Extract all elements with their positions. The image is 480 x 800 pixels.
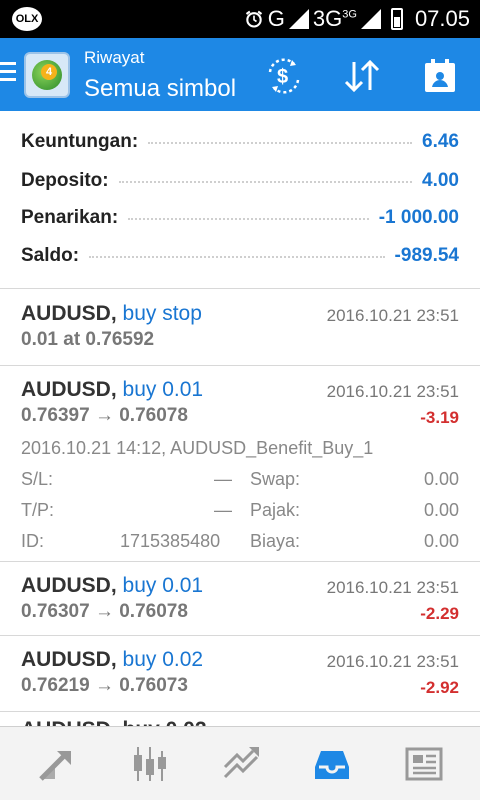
summary-value: 4.00	[422, 170, 459, 191]
history-row[interactable]: AUDUSD, buy stop 2016.10.21 23:51 0.01 a…	[0, 290, 480, 366]
trade-title: AUDUSD, buy 0.01	[21, 574, 204, 597]
candlestick-chart-icon	[134, 747, 166, 781]
app-bar-subtitle: Riwayat	[84, 48, 145, 67]
bottom-navigation	[0, 726, 480, 800]
trade-title: AUDUSD, buy 0.01	[21, 378, 204, 401]
app-logo-icon[interactable]: 4	[24, 52, 70, 98]
currency-exchange-icon[interactable]: $	[264, 56, 304, 96]
alarm-icon	[245, 10, 262, 28]
sort-icon[interactable]	[342, 56, 382, 96]
nav-quotes[interactable]	[8, 727, 104, 800]
trade-profit: -2.29	[420, 604, 459, 623]
trade-price: 0.76397 → 0.76078	[21, 405, 188, 426]
trade-profit: -3.19	[420, 408, 459, 427]
summary-label: Penarikan:	[21, 207, 119, 228]
swap-label: Swap:	[250, 469, 301, 489]
summary-label: Saldo:	[21, 245, 80, 266]
status-bar: OLX G 3G3G 07.05	[0, 0, 480, 38]
fee-value: 0.00	[423, 531, 459, 551]
swap-value: 0.00	[423, 469, 459, 489]
trade-date: 2016.10.21 23:51	[326, 652, 459, 671]
tp-label: T/P:	[21, 500, 55, 520]
trade-icon	[223, 747, 259, 779]
history-row-expanded[interactable]: AUDUSD, buy 0.01 2016.10.21 23:51 0.7639…	[0, 366, 480, 562]
summary-label: Keuntungan:	[21, 131, 139, 152]
olx-notification-icon: OLX	[12, 7, 42, 31]
network-type: G	[267, 6, 285, 31]
trade-date: 2016.10.21 23:51	[326, 382, 459, 401]
signal-icon	[288, 9, 309, 29]
nav-history[interactable]	[284, 727, 380, 800]
summary-label: Deposito:	[21, 170, 109, 191]
sl-value: —	[214, 469, 232, 489]
id-value: 1715385480	[120, 531, 221, 551]
tax-value: 0.00	[423, 500, 459, 520]
nav-trade[interactable]	[194, 727, 290, 800]
trade-date: 2016.10.21 23:51	[326, 306, 459, 325]
trade-price: 0.76307 → 0.76078	[21, 601, 188, 622]
network-3g: 3G3G	[312, 6, 357, 31]
status-icons: G 3G3G 07.05	[244, 0, 470, 38]
summary-row-profit: Keuntungan: 6.46	[21, 124, 459, 160]
history-row[interactable]: AUDUSD, buy 0.01 2016.10.21 23:51 0.7630…	[0, 562, 480, 636]
nav-news[interactable]	[376, 727, 472, 800]
fee-label: Biaya:	[250, 531, 301, 551]
history-inbox-icon	[315, 751, 349, 779]
trade-open-info: 2016.10.21 14:12, AUDUSD_Benefit_Buy_1	[21, 438, 374, 458]
menu-icon[interactable]	[0, 62, 16, 84]
clock: 07.05	[414, 6, 470, 31]
trade-profit: -2.92	[420, 678, 459, 697]
trade-price: 0.01 at 0.76592	[21, 329, 155, 350]
svg-text:$: $	[277, 66, 288, 88]
sl-label: S/L:	[21, 469, 54, 489]
summary-value: -1 000.00	[378, 207, 459, 228]
app-bar: 4 Riwayat Semua simbol $	[0, 38, 480, 111]
symbol-filter-title[interactable]: Semua simbol	[84, 75, 236, 103]
id-label: ID:	[21, 531, 45, 551]
account-summary: Keuntungan: 6.46 Deposito: 4.00 Penarika…	[0, 111, 480, 289]
summary-row-balance: Saldo: -989.54	[21, 238, 459, 274]
battery-icon	[390, 8, 403, 30]
summary-row-deposit: Deposito: 4.00	[21, 163, 459, 199]
tax-label: Pajak:	[250, 500, 301, 520]
summary-value: -989.54	[394, 245, 459, 266]
quotes-icon	[39, 751, 71, 781]
trade-price: 0.76219 → 0.76073	[21, 675, 188, 696]
tp-value: —	[214, 500, 232, 520]
summary-row-withdrawal: Penarikan: -1 000.00	[21, 200, 459, 236]
trade-date: 2016.10.21 23:51	[326, 578, 459, 597]
trade-title: AUDUSD, buy stop	[21, 302, 202, 325]
signal-icon-2	[360, 9, 381, 29]
calendar-icon[interactable]	[420, 56, 460, 96]
history-row[interactable]: AUDUSD, buy 0.02 2016.10.21 23:51 0.7621…	[0, 636, 480, 712]
news-icon	[405, 747, 443, 781]
summary-value: 6.46	[422, 131, 459, 152]
nav-chart[interactable]	[102, 727, 198, 800]
trade-title: AUDUSD, buy 0.02	[21, 648, 204, 671]
